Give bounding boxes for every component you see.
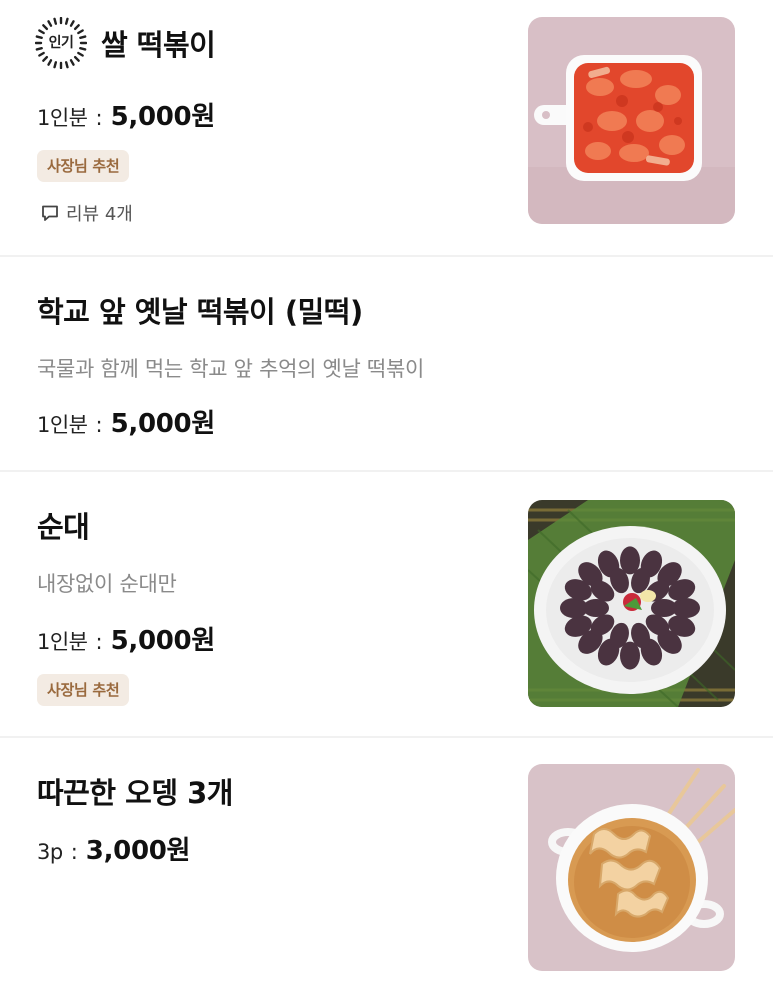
price-value: 5,000원 (110, 102, 216, 132)
price-row: 1인분 : 5,000원 (37, 96, 215, 133)
review-count[interactable]: 리뷰 4개 (40, 200, 133, 226)
price-row: 3p : 3,000원 (37, 830, 190, 867)
menu-item-description: 국물과 함께 먹는 학교 앞 추억의 옛날 떡볶이 (37, 357, 424, 381)
price-separator: : (95, 106, 103, 130)
popular-badge-label: 인기 (48, 35, 74, 51)
tteokbokki-photo-icon (528, 17, 735, 224)
title-row: 인기 쌀 떡볶이 (35, 17, 216, 69)
price-unit: 1인분 (37, 630, 88, 654)
menu-item-image[interactable] (528, 17, 735, 224)
price-value: 3,000원 (85, 836, 191, 866)
price-separator: : (95, 413, 103, 437)
price-value: 5,000원 (110, 409, 216, 439)
menu-item-odeng[interactable]: 따끈한 오뎅 3개 3p : 3,000원 (0, 738, 773, 986)
menu-item-rice-tteokbokki[interactable]: 인기 쌀 떡볶이 1인분 : 5,000원 사장님 추천 리뷰 4개 (0, 0, 773, 257)
menu-item-image[interactable] (528, 500, 735, 707)
review-count-label: 리뷰 4개 (66, 204, 133, 225)
menu-item-sundae[interactable]: 순대 내장없이 순대만 1인분 : 5,000원 사장님 추천 (0, 472, 773, 738)
price-row: 1인분 : 5,000원 (37, 620, 215, 657)
title-row: 따끈한 오뎅 3개 (37, 770, 233, 812)
menu-item-title: 따끈한 오뎅 3개 (37, 776, 233, 810)
chat-bubble-icon (42, 205, 58, 221)
menu-item-description: 내장없이 순대만 (37, 572, 177, 596)
menu-item-title: 쌀 떡볶이 (101, 28, 216, 62)
price-separator: : (95, 630, 103, 654)
price-separator: : (70, 840, 78, 864)
odeng-photo-icon (528, 764, 735, 971)
title-row: 순대 (37, 504, 90, 546)
price-row: 1인분 : 5,000원 (37, 403, 215, 440)
menu-item-title: 순대 (37, 510, 90, 544)
owner-recommend-tag: 사장님 추천 (37, 150, 130, 182)
popular-badge: 인기 (35, 17, 87, 69)
menu-item-image[interactable] (528, 764, 735, 971)
menu-item-title: 학교 앞 옛날 떡볶이 (밀떡) (37, 295, 363, 329)
price-unit: 1인분 (37, 413, 88, 437)
menu-item-school-tteokbokki[interactable]: 학교 앞 옛날 떡볶이 (밀떡) 국물과 함께 먹는 학교 앞 추억의 옛날 떡… (0, 257, 773, 472)
title-row: 학교 앞 옛날 떡볶이 (밀떡) (37, 289, 363, 331)
owner-recommend-tag: 사장님 추천 (37, 674, 130, 706)
price-unit: 1인분 (37, 106, 88, 130)
sundae-photo-icon (528, 500, 735, 707)
menu-list: 인기 쌀 떡볶이 1인분 : 5,000원 사장님 추천 리뷰 4개 학교 앞 … (0, 0, 773, 986)
price-value: 5,000원 (110, 626, 216, 656)
price-unit: 3p (37, 840, 63, 864)
